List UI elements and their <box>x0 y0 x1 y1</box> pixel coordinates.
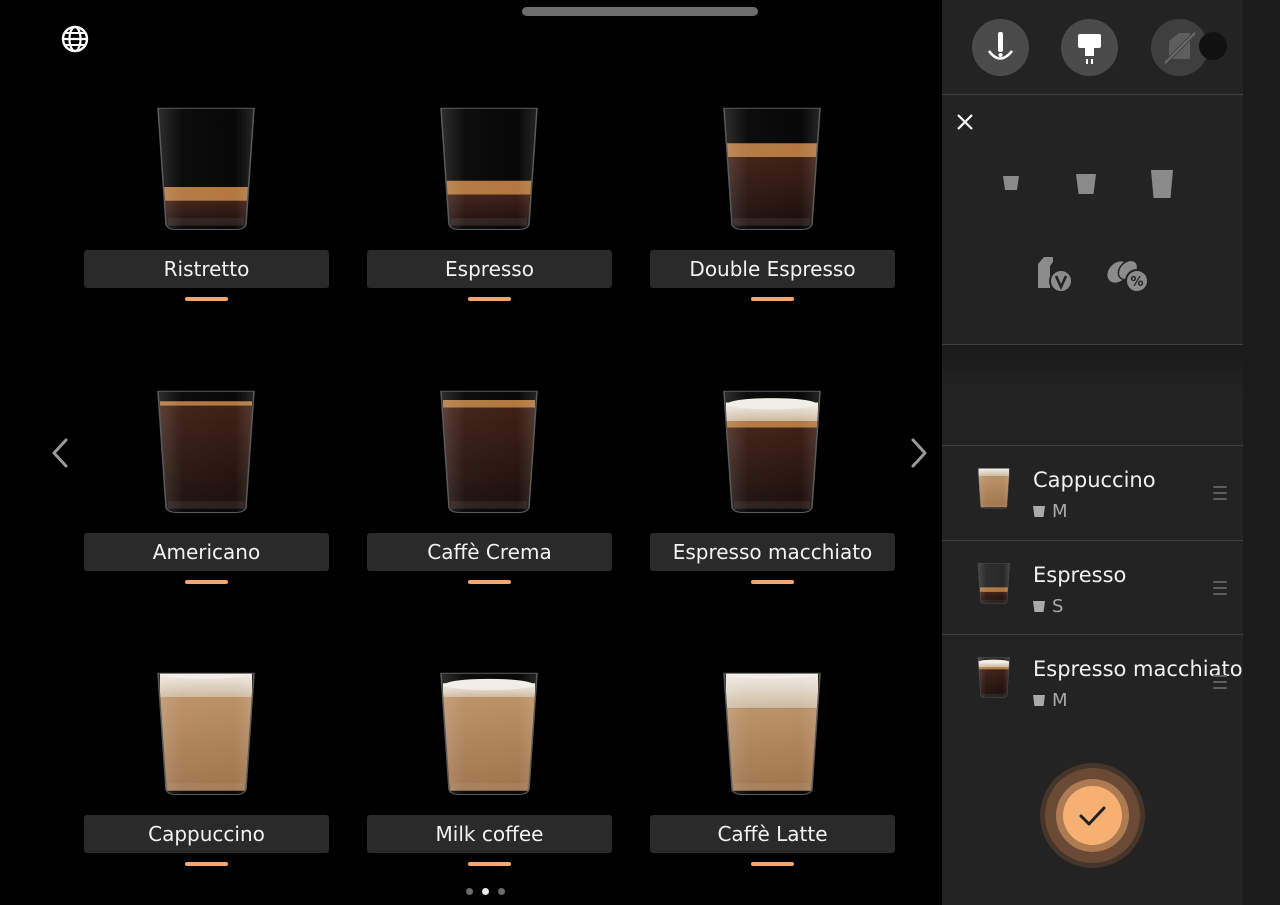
chevron-right-icon <box>911 438 927 468</box>
selection-indicator <box>185 580 228 584</box>
drink-image <box>712 107 832 232</box>
hot-water-icon <box>987 32 1014 60</box>
language-button[interactable] <box>60 24 90 54</box>
globe-icon <box>61 25 89 53</box>
drink-label: Espresso <box>367 250 612 288</box>
close-icon <box>957 114 973 130</box>
queue-item[interactable]: Cappuccino M <box>942 446 1243 540</box>
drink-tile-crema[interactable]: Caffè Crema <box>367 390 612 620</box>
cup-size-small[interactable] <box>1002 174 1020 196</box>
selection-indicator <box>468 862 511 866</box>
drink-tile-double[interactable]: Double Espresso <box>650 107 895 337</box>
drink-image <box>429 107 549 232</box>
queue-item[interactable]: Espresso S <box>942 541 1243 635</box>
drink-image <box>429 672 549 797</box>
hot-water-button[interactable] <box>972 19 1029 76</box>
queue-drink-name: Cappuccino <box>1033 468 1156 492</box>
queue-drink-size: S <box>1033 596 1063 617</box>
selection-indicator <box>751 580 794 584</box>
panel-edge <box>1243 0 1280 905</box>
close-button[interactable] <box>951 108 979 136</box>
previous-page-arrow[interactable] <box>46 432 76 474</box>
drink-label: Espresso macchiato <box>650 533 895 571</box>
selection-indicator <box>751 862 794 866</box>
drink-image <box>146 672 266 797</box>
queue-drink-name: Espresso macchiato <box>1033 657 1243 681</box>
selection-indicator <box>468 297 511 301</box>
reorder-handle-icon[interactable] <box>1213 581 1227 599</box>
drink-label: Caffè Latte <box>650 815 895 853</box>
drink-label: Cappuccino <box>84 815 329 853</box>
cup-medium-icon <box>1076 174 1096 194</box>
queue-drink-thumbnail <box>974 468 1012 518</box>
vegan-milk-icon <box>1038 257 1073 293</box>
drink-tile-espresso[interactable]: Espresso <box>367 107 612 337</box>
bean-strength-option[interactable]: % <box>1106 256 1152 300</box>
checkmark-icon <box>1079 806 1106 826</box>
queue-size-label: M <box>1052 501 1068 522</box>
drink-label: Americano <box>84 533 329 571</box>
cup-size-icon <box>1033 506 1045 517</box>
reorder-handle-icon[interactable] <box>1213 486 1227 504</box>
brew-unit-button[interactable] <box>1061 19 1118 76</box>
cup-small-icon <box>1003 176 1019 190</box>
queue-drink-thumbnail <box>974 657 1012 707</box>
drink-label: Milk coffee <box>367 815 612 853</box>
drink-tile-macchiato[interactable]: Espresso macchiato <box>650 390 895 620</box>
queue-drink-size: M <box>1033 501 1068 522</box>
reorder-handle-icon[interactable] <box>1213 675 1227 693</box>
drag-handle[interactable] <box>522 7 758 16</box>
page-dot[interactable] <box>498 888 505 895</box>
queue-drink-name: Espresso <box>1033 563 1127 587</box>
drink-tile-milkcoffee[interactable]: Milk coffee <box>367 672 612 902</box>
queue-item[interactable]: Espresso macchiato M <box>942 635 1243 729</box>
queue-drink-thumbnail <box>974 563 1012 613</box>
drink-image <box>712 390 832 515</box>
cup-size-large[interactable] <box>1150 168 1174 204</box>
vegan-milk-option[interactable] <box>1034 250 1076 298</box>
brew-unit-icon <box>1078 34 1101 64</box>
queue-size-label: M <box>1052 690 1068 711</box>
drink-tile-latte[interactable]: Caffè Latte <box>650 672 895 902</box>
cup-size-icon <box>1033 601 1045 612</box>
drink-tile-cappuccino[interactable]: Cappuccino <box>84 672 329 902</box>
chevron-left-icon <box>52 438 68 468</box>
drink-label: Caffè Crema <box>367 533 612 571</box>
drink-tile-americano[interactable]: Americano <box>84 390 329 620</box>
selection-indicator <box>468 580 511 584</box>
selection-indicator <box>185 862 228 866</box>
page-dot[interactable] <box>466 888 473 895</box>
cup-size-medium[interactable] <box>1075 172 1097 200</box>
divider <box>942 94 1243 95</box>
queue-header-area <box>942 345 1243 395</box>
drink-label: Double Espresso <box>650 250 895 288</box>
confirm-button-core[interactable] <box>1063 786 1122 845</box>
cup-size-icon <box>1033 695 1045 706</box>
selection-indicator <box>185 297 228 301</box>
queue-size-label: S <box>1052 596 1064 617</box>
drink-menu: Ristretto Espresso Double Espresso Ameri… <box>0 0 942 905</box>
drink-image <box>429 390 549 515</box>
svg-text:%: % <box>1130 275 1143 290</box>
toggle-switch[interactable] <box>1199 32 1227 60</box>
next-page-arrow[interactable] <box>903 432 933 474</box>
drink-image <box>712 672 832 797</box>
drink-label: Ristretto <box>84 250 329 288</box>
cup-large-icon <box>1151 170 1173 198</box>
drink-tile-ristretto[interactable]: Ristretto <box>84 107 329 337</box>
drink-image <box>146 107 266 232</box>
queue-drink-size: M <box>1033 690 1068 711</box>
bean-strength-icon: % <box>1107 259 1149 293</box>
selection-indicator <box>751 297 794 301</box>
page-dot[interactable] <box>482 888 489 895</box>
drink-image <box>146 390 266 515</box>
